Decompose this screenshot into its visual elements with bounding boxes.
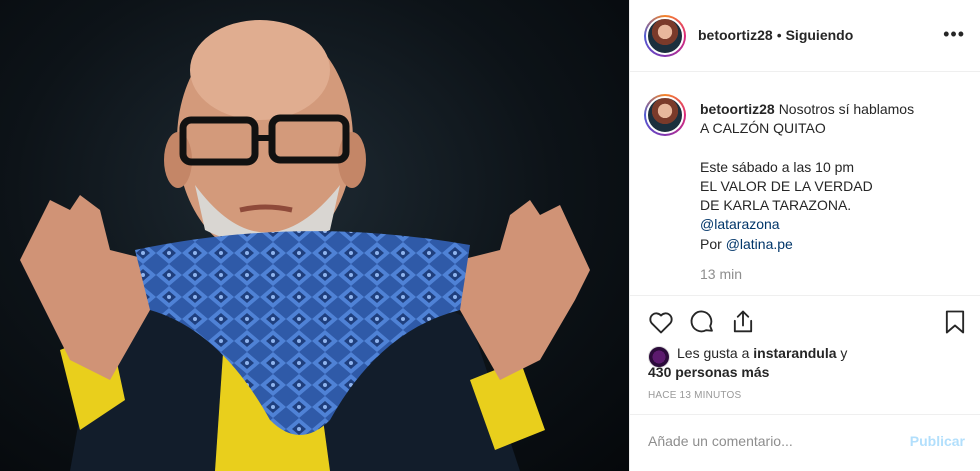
caption-section: betoortiz28 Nosotros sí hablamos A CALZÓN…	[630, 72, 980, 296]
heart-icon[interactable]	[647, 308, 675, 336]
caption-por: Por	[700, 235, 722, 252]
caption-line-0: betoortiz28 Nosotros sí hablamos	[700, 100, 965, 119]
caption-avatar[interactable]	[644, 94, 686, 136]
publish-button[interactable]: Publicar	[910, 433, 965, 449]
comment-input[interactable]	[648, 433, 898, 449]
comment-icon[interactable]	[688, 308, 716, 336]
comment-bar: Publicar	[630, 414, 980, 471]
caption-line-2	[700, 139, 965, 158]
follow-status-button[interactable]: Siguiendo	[786, 27, 854, 43]
post-timestamp[interactable]: Hace 13 minutos	[648, 390, 741, 401]
mention-latarazona[interactable]: @latarazona	[700, 215, 965, 234]
header-user-line: betoortiz28 • Siguiendo	[698, 27, 853, 43]
post-side-panel: betoortiz28 • Siguiendo ••• betoortiz28 Nos…	[629, 0, 980, 471]
dot-separator: •	[776, 27, 782, 43]
caption-text: betoortiz28 Nosotros sí hablamos A CALZÓN…	[700, 100, 965, 254]
likes-text: Les gusta a instarandula y 430 personas …	[648, 344, 848, 382]
photo-illustration	[20, 20, 590, 471]
caption-text-0: Nosotros sí hablamos	[778, 101, 915, 117]
caption-line-3: Este sábado a las 10 pm	[700, 158, 855, 175]
user-avatar[interactable]	[644, 15, 686, 57]
likes-others[interactable]: 430 personas más	[648, 363, 847, 382]
caption-line-5: DE KARLA TARAZONA.	[700, 197, 852, 214]
bookmark-icon[interactable]	[941, 308, 969, 336]
post-header: betoortiz28 • Siguiendo •••	[630, 0, 980, 72]
caption-line-1: A CALZÓN QUITAO	[700, 120, 826, 137]
likes-prefix: Les gusta a	[677, 345, 750, 361]
action-bar	[630, 296, 980, 346]
caption-line-4: EL VALOR DE LA VERDAD	[700, 177, 873, 194]
caption-username[interactable]: betoortiz28	[700, 101, 775, 117]
caption-time[interactable]: 13 min	[700, 266, 742, 282]
mention-latina[interactable]: @latina.pe	[726, 236, 793, 252]
caption-line-7: Por @latina.pe	[700, 235, 965, 254]
share-icon[interactable]	[729, 308, 757, 336]
liker-username[interactable]: instarandula	[753, 345, 836, 361]
more-options-icon[interactable]: •••	[943, 25, 965, 43]
likes-conjunction: y	[840, 345, 848, 361]
post-photo[interactable]	[0, 0, 629, 471]
header-username[interactable]: betoortiz28	[698, 27, 773, 43]
